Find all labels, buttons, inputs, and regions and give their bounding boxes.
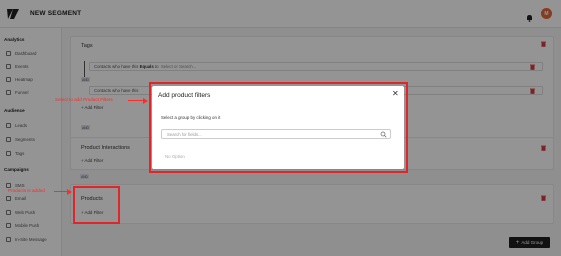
products-arrow-head [67, 188, 72, 195]
products-annotation-label: Products is added [8, 188, 45, 193]
modal-arrow-head [143, 97, 148, 104]
modal-highlight-box [149, 82, 408, 173]
products-highlight-box [73, 186, 120, 224]
products-annotation-arrow [54, 191, 68, 192]
modal-annotation-label: Select to add Product Filters [55, 97, 113, 102]
modal-annotation-arrow [128, 100, 143, 101]
